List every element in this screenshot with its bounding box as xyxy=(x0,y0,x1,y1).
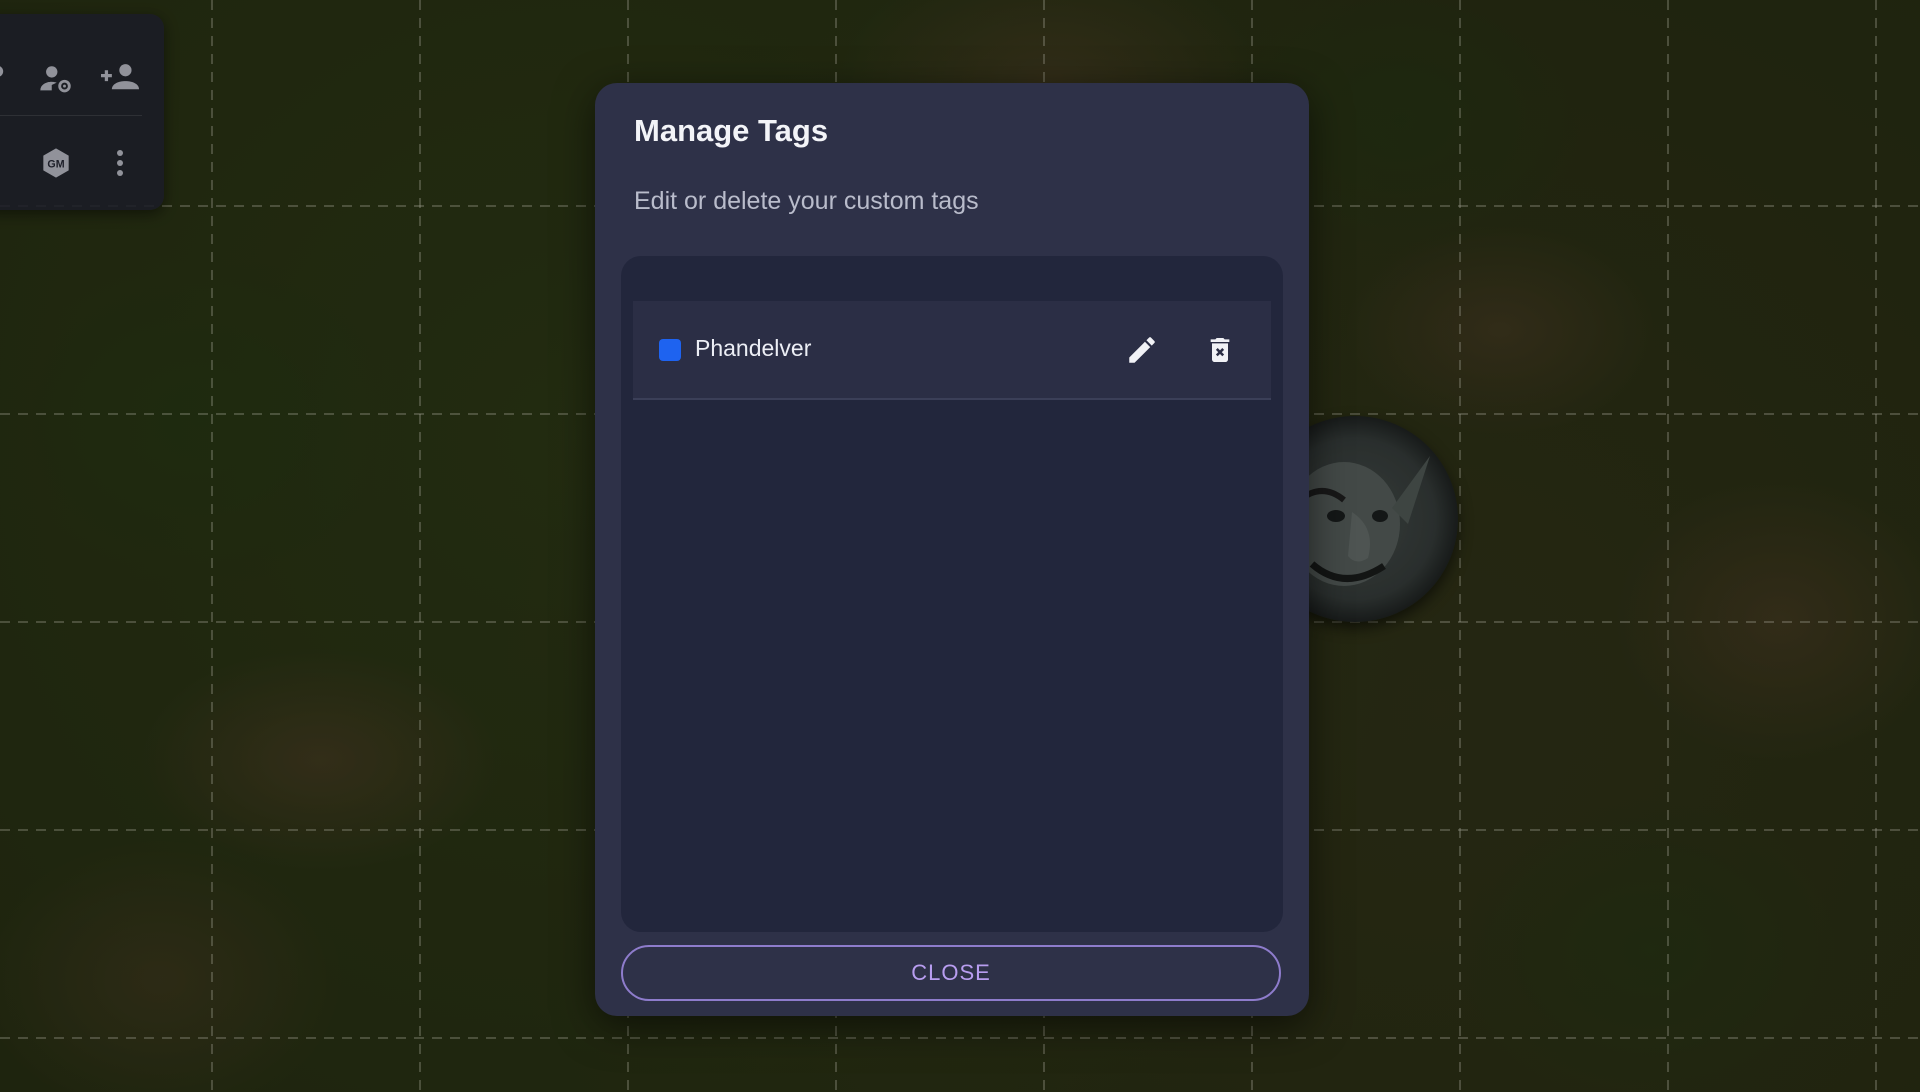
edit-tag-button[interactable] xyxy=(1115,323,1169,377)
delete-tag-button[interactable] xyxy=(1193,323,1247,377)
tag-list: Phandelver xyxy=(621,256,1283,932)
dialog-title: Manage Tags xyxy=(634,113,829,148)
pencil-icon xyxy=(1129,337,1155,363)
tag-color-swatch xyxy=(659,339,681,361)
tag-row: Phandelver xyxy=(633,301,1271,400)
dialog-subtitle: Edit or delete your custom tags xyxy=(634,187,979,215)
manage-tags-dialog: Manage Tags Edit or delete your custom t… xyxy=(595,83,1309,1016)
tag-name: Phandelver xyxy=(695,335,812,361)
close-button[interactable]: CLOSE xyxy=(621,945,1281,1001)
delete-forever-icon xyxy=(1210,338,1230,362)
